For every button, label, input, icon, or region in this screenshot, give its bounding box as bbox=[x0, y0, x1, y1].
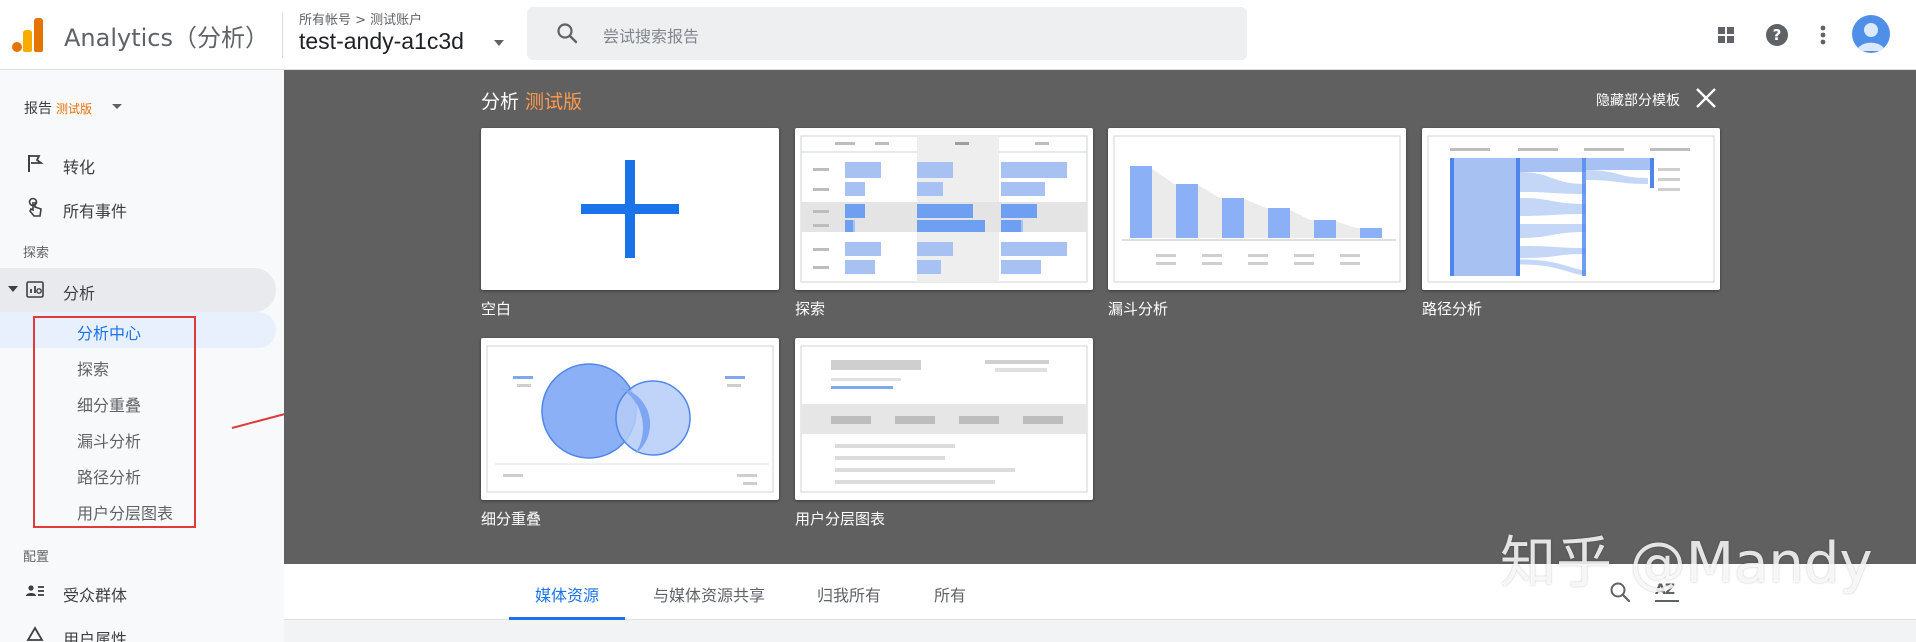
sidebar-item-audiences[interactable]: 受众群体 bbox=[0, 570, 276, 614]
template-card-cohort[interactable] bbox=[795, 338, 1093, 500]
template-card-blank[interactable] bbox=[481, 128, 779, 290]
divider bbox=[282, 12, 283, 58]
sidebar-item-conversions[interactable]: 转化 bbox=[0, 142, 276, 186]
account-avatar[interactable] bbox=[1852, 15, 1890, 53]
path-thumbnail-icon bbox=[1427, 135, 1715, 283]
section-heading-config: 配置 bbox=[23, 550, 50, 565]
gallery-title-text: 分析 bbox=[481, 91, 520, 113]
svg-text:?: ? bbox=[1773, 26, 1782, 44]
sidebar-subitem-cohort[interactable]: 用户分层图表 bbox=[0, 492, 276, 528]
account-selector[interactable]: test-andy-a1c3d bbox=[299, 28, 464, 55]
sidebar-subitem-explore[interactable]: 探索 bbox=[0, 348, 276, 384]
sidebar-subitem-label: 细分重叠 bbox=[77, 396, 142, 415]
sidebar: 报告 测试版 转化 所有事件 探索 分析 分析中心 探索 细分重叠 漏斗分析 路… bbox=[0, 70, 284, 642]
sidebar-subitem-label: 分析中心 bbox=[77, 324, 142, 343]
template-label: 细分重叠 bbox=[481, 510, 542, 528]
sidebar-item-user-properties[interactable]: 用户属性 bbox=[0, 614, 276, 642]
template-card-path[interactable] bbox=[1422, 128, 1720, 290]
gallery-title: 分析 测试版 bbox=[481, 87, 582, 114]
help-icon[interactable]: ? bbox=[1762, 20, 1792, 50]
tab-all[interactable]: 所有 bbox=[934, 582, 966, 606]
tab-shared-with-resource[interactable]: 与媒体资源共享 bbox=[653, 582, 765, 606]
report-selector[interactable]: 报告 测试版 bbox=[24, 98, 92, 118]
chevron-down-icon[interactable] bbox=[494, 40, 504, 46]
search-input[interactable]: 尝试搜索报告 bbox=[603, 23, 699, 47]
sidebar-subitem-label: 漏斗分析 bbox=[77, 432, 142, 451]
sidebar-item-analysis[interactable]: 分析 bbox=[0, 268, 276, 312]
sidebar-item-all-events[interactable]: 所有事件 bbox=[0, 186, 276, 230]
sidebar-item-label: 受众群体 bbox=[63, 586, 128, 605]
plus-icon bbox=[581, 160, 679, 258]
template-gallery: 分析 测试版 隐藏部分模板 空白 探索 漏斗分析 路径分析 细分重叠 用户分层图… bbox=[284, 70, 1916, 564]
flag-icon bbox=[28, 155, 44, 172]
report-label: 报告 bbox=[24, 101, 52, 117]
sort-label: AZ bbox=[1655, 582, 1675, 598]
more-vert-icon[interactable] bbox=[1808, 20, 1838, 50]
analysis-icon bbox=[26, 281, 44, 298]
sidebar-item-label: 转化 bbox=[63, 158, 96, 177]
close-icon[interactable] bbox=[1694, 86, 1718, 110]
sidebar-item-label: 分析 bbox=[63, 284, 96, 303]
cohort-thumbnail-icon bbox=[800, 345, 1088, 493]
app-title: Analytics（分析） bbox=[64, 24, 269, 52]
top-bar: Analytics（分析） 所有帐号 > 测试账户 test-andy-a1c3… bbox=[0, 0, 1916, 70]
sidebar-subitem-segment-overlap[interactable]: 细分重叠 bbox=[0, 384, 276, 420]
search-icon[interactable] bbox=[1608, 580, 1632, 604]
section-heading-explore: 探索 bbox=[23, 246, 50, 261]
expand-arrow-icon[interactable] bbox=[8, 286, 18, 292]
template-label: 探索 bbox=[795, 300, 826, 318]
content-area-top bbox=[284, 620, 1916, 642]
template-card-segment-overlap[interactable] bbox=[481, 338, 779, 500]
hide-templates-button[interactable]: 隐藏部分模板 bbox=[1596, 90, 1680, 110]
sidebar-item-label: 所有事件 bbox=[63, 202, 128, 221]
sidebar-subitem-path[interactable]: 路径分析 bbox=[0, 456, 276, 492]
tab-owned-by-me[interactable]: 归我所有 bbox=[817, 582, 881, 606]
sidebar-subitem-analysis-hub[interactable]: 分析中心 bbox=[0, 312, 276, 348]
user-property-icon bbox=[26, 626, 44, 641]
analytics-logo[interactable] bbox=[12, 16, 44, 52]
sidebar-subitem-label: 用户分层图表 bbox=[77, 504, 174, 523]
audience-icon bbox=[26, 585, 44, 596]
beta-badge: 测试版 bbox=[56, 102, 93, 116]
template-label: 空白 bbox=[481, 300, 512, 318]
sidebar-item-label: 用户属性 bbox=[63, 630, 128, 642]
template-card-explore[interactable] bbox=[795, 128, 1093, 290]
search-bar[interactable]: 尝试搜索报告 bbox=[527, 7, 1247, 60]
sidebar-subitem-funnel[interactable]: 漏斗分析 bbox=[0, 420, 276, 456]
template-card-funnel[interactable] bbox=[1108, 128, 1406, 290]
template-label: 路径分析 bbox=[1422, 300, 1483, 318]
sidebar-subitem-label: 路径分析 bbox=[77, 468, 142, 487]
template-label: 漏斗分析 bbox=[1108, 300, 1169, 318]
analysis-tabs: 媒体资源 与媒体资源共享 归我所有 所有 AZ bbox=[284, 564, 1916, 620]
template-label: 用户分层图表 bbox=[795, 510, 886, 528]
funnel-thumbnail-icon bbox=[1113, 135, 1401, 283]
search-icon bbox=[557, 23, 578, 44]
touch-icon bbox=[28, 197, 42, 217]
chevron-down-icon[interactable] bbox=[112, 104, 122, 109]
venn-thumbnail-icon bbox=[486, 345, 774, 493]
breadcrumb[interactable]: 所有帐号 > 测试账户 bbox=[299, 9, 422, 28]
tab-media-resource[interactable]: 媒体资源 bbox=[535, 582, 599, 606]
beta-badge: 测试版 bbox=[525, 91, 583, 113]
table-thumbnail-icon bbox=[800, 135, 1088, 283]
sidebar-subitem-label: 探索 bbox=[77, 360, 110, 379]
sort-az-icon[interactable]: AZ bbox=[1655, 580, 1681, 604]
apps-icon[interactable] bbox=[1711, 20, 1741, 50]
